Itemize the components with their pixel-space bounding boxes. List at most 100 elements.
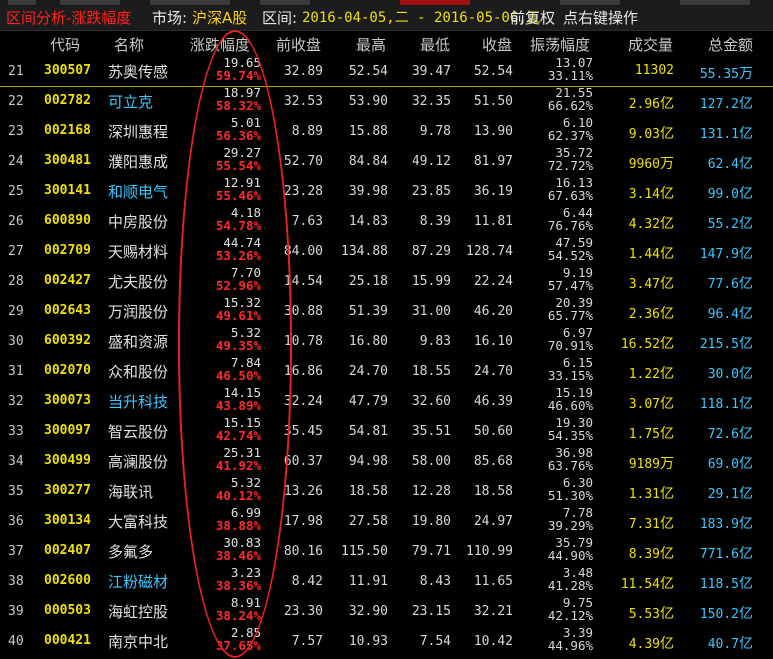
table-row[interactable]: 29 002643 万润股份 15.32 49.61% 30.88 51.39 31.00 46… [0, 296, 773, 327]
col-header-amplitude[interactable]: 振荡幅度 [530, 33, 590, 57]
stock-name[interactable]: 大富科技 [108, 511, 168, 532]
amplitude-percent: 57.47% [547, 278, 593, 293]
table-row[interactable]: 27 002709 天赐材料 44.74 53.26% 84.00 134.88 87.29 1… [0, 236, 773, 267]
col-header-high[interactable]: 最高 [356, 33, 386, 57]
stock-code[interactable]: 300481 [44, 153, 91, 168]
market-value[interactable]: 沪深A股 [192, 6, 247, 30]
prev-close-value: 8.89 [291, 124, 323, 139]
amount-unit: 亿 [739, 576, 753, 592]
amount-value: 150.2亿 [700, 603, 753, 623]
stock-name[interactable]: 天赐材料 [108, 241, 168, 262]
stock-name[interactable]: 智云股份 [108, 421, 168, 442]
stock-code[interactable]: 002709 [44, 243, 91, 258]
amplitude-percent: 33.11% [547, 68, 593, 83]
change-percent: 55.54% [215, 158, 261, 173]
stock-code[interactable]: 000503 [44, 603, 91, 618]
col-header-name[interactable]: 名称 [114, 33, 144, 57]
amount-value: 96.4亿 [708, 303, 753, 323]
col-header-change[interactable]: 涨跌幅度 [190, 33, 250, 57]
stock-name[interactable]: 尤夫股份 [108, 271, 168, 292]
stock-name[interactable]: 众和股份 [108, 361, 168, 382]
amount-unit: 亿 [739, 216, 753, 232]
amount-unit: 亿 [739, 516, 753, 532]
stock-name[interactable]: 濮阳惠成 [108, 151, 168, 172]
stock-name[interactable]: 高澜股份 [108, 451, 168, 472]
stock-code[interactable]: 002407 [44, 543, 91, 558]
table-row[interactable]: 24 300481 濮阳惠成 29.27 55.54% 52.70 84.84 49.12 81… [0, 146, 773, 177]
stock-code[interactable]: 300277 [44, 483, 91, 498]
amount-number: 118.5 [699, 577, 739, 592]
amount-value: 55.35万 [700, 63, 753, 83]
col-header-volume[interactable]: 成交量 [628, 33, 673, 57]
col-header-amount[interactable]: 总金额 [708, 33, 753, 57]
stock-name[interactable]: 盛和资源 [108, 331, 168, 352]
table-row[interactable]: 32 300073 当升科技 14.15 43.89% 32.24 47.79 32.60 46… [0, 386, 773, 417]
stock-code[interactable]: 300073 [44, 393, 91, 408]
table-row[interactable]: 31 002070 众和股份 7.84 46.50% 16.86 24.70 18.55 24.… [0, 356, 773, 387]
amount-number: 69.0 [707, 457, 739, 472]
table-row[interactable]: 22 002782 可立克 18.97 58.32% 32.53 53.90 32.35 51.… [0, 86, 773, 117]
adjust-mode[interactable]: 前复权 [510, 6, 555, 30]
toolbar-fragment [8, 0, 36, 5]
table-row[interactable]: 38 002600 江粉磁材 3.23 38.36% 8.42 11.91 8.43 11.65… [0, 566, 773, 597]
table-row[interactable]: 39 000503 海虹控股 8.91 38.24% 23.30 32.90 23.15 32.… [0, 596, 773, 627]
amount-number: 55.2 [707, 217, 739, 232]
table-row[interactable]: 21 300507 苏奥传感 19.65 59.74% 32.89 52.54 39.47 52… [0, 56, 773, 87]
table-row[interactable]: 23 002168 深圳惠程 5.01 56.36% 8.89 15.88 9.78 13.90… [0, 116, 773, 147]
amount-unit: 亿 [739, 366, 753, 382]
stock-code[interactable]: 002782 [44, 93, 91, 108]
stock-name[interactable]: 江粉磁材 [108, 571, 168, 592]
stock-name[interactable]: 南京中北 [108, 631, 168, 652]
close-value: 52.54 [473, 64, 513, 79]
table-row[interactable]: 30 600392 盛和资源 5.32 49.35% 10.78 16.80 9.83 16.1… [0, 326, 773, 357]
table-row[interactable]: 34 300499 高澜股份 25.31 41.92% 60.37 94.98 58.00 85… [0, 446, 773, 477]
table-row[interactable]: 40 000421 南京中北 2.85 37.65% 7.57 10.93 7.54 10.42… [0, 626, 773, 657]
stock-code[interactable]: 000421 [44, 633, 91, 648]
stock-code[interactable]: 600890 [44, 213, 91, 228]
stock-name[interactable]: 和顺电气 [108, 181, 168, 202]
stock-name[interactable]: 中房股份 [108, 211, 168, 232]
stock-code[interactable]: 002600 [44, 573, 91, 588]
change-percent: 53.26% [215, 248, 261, 263]
stock-code[interactable]: 600392 [44, 333, 91, 348]
table-row[interactable]: 33 300097 智云股份 15.15 42.74% 35.45 54.81 35.51 50… [0, 416, 773, 447]
col-header-code[interactable]: 代码 [50, 33, 80, 57]
col-header-prev-close[interactable]: 前收盘 [276, 33, 321, 57]
stock-code[interactable]: 300097 [44, 423, 91, 438]
stock-name[interactable]: 可立克 [108, 91, 153, 112]
volume-number: 4.39 [628, 637, 660, 652]
change-percent: 38.46% [215, 548, 261, 563]
volume-unit: 万 [660, 456, 674, 472]
stock-code[interactable]: 300134 [44, 513, 91, 528]
stock-code[interactable]: 002427 [44, 273, 91, 288]
stock-code[interactable]: 002070 [44, 363, 91, 378]
table-row[interactable]: 37 002407 多氟多 30.83 38.46% 80.16 115.50 79.71 11… [0, 536, 773, 567]
stock-name[interactable]: 当升科技 [108, 391, 168, 412]
close-value: 18.58 [473, 484, 513, 499]
stock-name[interactable]: 海虹控股 [108, 601, 168, 622]
amount-value: 69.0亿 [708, 453, 753, 473]
stock-name[interactable]: 海联讯 [108, 481, 153, 502]
stock-code[interactable]: 300507 [44, 63, 91, 78]
stock-code[interactable]: 300141 [44, 183, 91, 198]
stock-code[interactable]: 002168 [44, 123, 91, 138]
col-header-low[interactable]: 最低 [420, 33, 450, 57]
stock-name[interactable]: 深圳惠程 [108, 121, 168, 142]
stock-name[interactable]: 苏奥传感 [108, 61, 168, 82]
stock-name[interactable]: 多氟多 [108, 541, 153, 562]
table-row[interactable]: 36 300134 大富科技 6.99 38.88% 17.98 27.58 19.80 24.… [0, 506, 773, 537]
table-row[interactable]: 28 002427 尤夫股份 7.70 52.96% 14.54 25.18 15.99 22.… [0, 266, 773, 297]
stock-code[interactable]: 002643 [44, 303, 91, 318]
table-row[interactable]: 26 600890 中房股份 4.18 54.78% 7.63 14.83 8.39 11.81… [0, 206, 773, 237]
amplitude-percent: 62.37% [547, 128, 593, 143]
volume-unit: 亿 [660, 426, 674, 442]
amount-number: 77.6 [707, 277, 739, 292]
table-row[interactable]: 25 300141 和顺电气 12.91 55.46% 23.28 39.98 23.85 36… [0, 176, 773, 207]
close-value: 128.74 [466, 244, 513, 259]
col-header-close[interactable]: 收盘 [482, 33, 512, 57]
amount-number: 62.4 [707, 157, 739, 172]
range-value[interactable]: 2016-04-05,二 - 2016-05-06,五 [302, 6, 541, 30]
stock-name[interactable]: 万润股份 [108, 301, 168, 322]
stock-code[interactable]: 300499 [44, 453, 91, 468]
table-row[interactable]: 35 300277 海联讯 5.32 40.12% 13.26 18.58 12.28 18.5… [0, 476, 773, 507]
